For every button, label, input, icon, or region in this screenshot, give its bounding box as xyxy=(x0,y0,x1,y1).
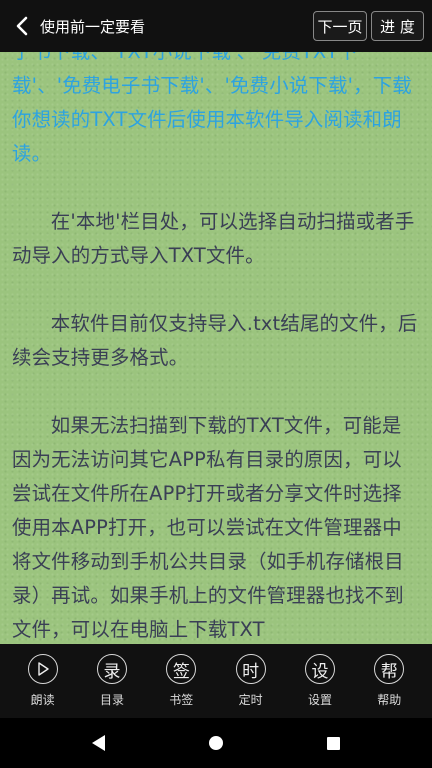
bookmark-icon: 签 xyxy=(166,654,197,684)
paragraph: 本软件目前仅支持导入.txt结尾的文件，后续会支持更多格式。 xyxy=(12,312,418,369)
timer-button[interactable]: 时 定时 xyxy=(221,644,281,718)
help-button[interactable]: 帮 帮助 xyxy=(359,644,419,718)
settings-button[interactable]: 设 设置 xyxy=(290,644,350,718)
text-content: 子书下载、'TXT小说下载'、'免费TXT下载'、'免费电子书下载'、'免费小说… xyxy=(12,52,420,644)
page-title: 使用前一定要看 xyxy=(40,17,146,36)
nav-back-icon[interactable] xyxy=(92,735,105,751)
system-nav-bar xyxy=(0,718,432,768)
chevron-left-icon xyxy=(16,16,28,36)
catalog-icon: 录 xyxy=(96,654,127,684)
toolbar-label: 书签 xyxy=(169,693,194,707)
toolbar-label: 朗读 xyxy=(30,693,55,707)
help-icon: 帮 xyxy=(374,654,405,684)
nav-home-icon[interactable] xyxy=(209,736,223,750)
catalog-button[interactable]: 录 目录 xyxy=(82,644,142,718)
paragraph: 如果无法扫描到下载的TXT文件，可能是因为无法访问其它APP私有目录的原因，可以… xyxy=(12,414,404,641)
top-bar: 使用前一定要看 下一页 进 度 xyxy=(0,0,432,52)
toolbar-label: 帮助 xyxy=(377,693,402,707)
nav-recents-icon[interactable] xyxy=(327,736,340,750)
reading-area[interactable]: 子书下载、'TXT小说下载'、'免费TXT下载'、'免费电子书下载'、'免费小说… xyxy=(0,52,432,644)
settings-icon: 设 xyxy=(304,654,335,684)
toolbar-label: 设置 xyxy=(307,693,332,707)
bottom-toolbar: 朗读 录 目录 签 书签 时 定时 设 设置 帮 帮助 xyxy=(0,644,432,718)
play-icon xyxy=(27,654,58,684)
bookmark-button[interactable]: 签 书签 xyxy=(151,644,211,718)
progress-button[interactable]: 进 度 xyxy=(371,11,424,41)
back-button[interactable] xyxy=(10,6,34,46)
paragraph: 子书下载、'TXT小说下载'、'免费TXT下载'、'免费电子书下载'、'免费小说… xyxy=(12,52,412,165)
paragraph: 在'本地'栏目处，可以选择自动扫描或者手动导入的方式导入TXT文件。 xyxy=(12,210,415,267)
timer-icon: 时 xyxy=(235,654,266,684)
toolbar-label: 定时 xyxy=(238,693,263,707)
next-page-button[interactable]: 下一页 xyxy=(313,11,367,41)
toolbar-label: 目录 xyxy=(99,693,124,707)
reader-screen: 使用前一定要看 下一页 进 度 子书下载、'TXT小说下载'、'免费TXT下载'… xyxy=(0,0,432,768)
read-aloud-button[interactable]: 朗读 xyxy=(13,644,73,718)
